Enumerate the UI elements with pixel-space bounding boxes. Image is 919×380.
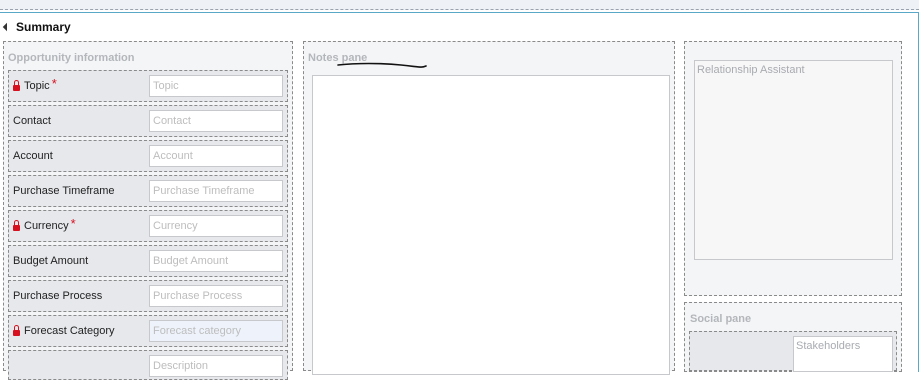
lock-icon [13, 79, 20, 91]
stakeholders-title: Stakeholders [796, 340, 861, 352]
field-label: Budget Amount [13, 255, 89, 267]
required-asterisk: * [51, 76, 57, 91]
field-row-forecast-category: Forecast Category [8, 315, 288, 347]
forecast-category-input[interactable] [149, 320, 283, 342]
lock-icon [13, 219, 20, 231]
field-row-purchase-process: Purchase Process [8, 280, 288, 312]
form-header-strip [0, 0, 919, 10]
relationship-assistant-title: Relationship Assistant [697, 64, 805, 76]
field-row-budget-amount: Budget Amount [8, 245, 288, 277]
contact-input[interactable] [149, 110, 283, 132]
notes-content-area[interactable] [312, 75, 670, 375]
field-label: Forecast Category [24, 325, 115, 337]
collapse-triangle-icon[interactable] [2, 22, 12, 32]
required-asterisk: * [70, 216, 76, 231]
lock-icon [13, 324, 20, 336]
opportunity-information-title: Opportunity information [8, 52, 135, 64]
purchase-process-input[interactable] [149, 285, 283, 307]
field-row-contact: Contact [8, 105, 288, 137]
pen-annotation-underline [337, 62, 427, 68]
currency-input[interactable] [149, 215, 283, 237]
budget-amount-input[interactable] [149, 250, 283, 272]
field-row-purchase-timeframe: Purchase Timeframe [8, 175, 288, 207]
field-label: Account [13, 150, 53, 162]
description-input[interactable] [149, 355, 283, 377]
account-input[interactable] [149, 145, 283, 167]
field-row-description [8, 350, 288, 380]
field-row-topic: Topic * [8, 70, 288, 102]
field-label: Currency [24, 220, 69, 232]
relationship-assistant-panel[interactable]: Relationship Assistant [694, 60, 893, 260]
field-label: Contact [13, 115, 51, 127]
topic-input[interactable] [149, 75, 283, 97]
field-label: Purchase Process [13, 290, 103, 302]
summary-section-header[interactable]: Summary [2, 20, 71, 34]
social-pane-title: Social pane [690, 313, 752, 325]
field-row-account: Account [8, 140, 288, 172]
field-row-currency: Currency * [8, 210, 288, 242]
field-label: Purchase Timeframe [13, 185, 115, 197]
field-label: Topic [24, 80, 50, 92]
summary-title: Summary [16, 20, 71, 34]
purchase-timeframe-input[interactable] [149, 180, 283, 202]
